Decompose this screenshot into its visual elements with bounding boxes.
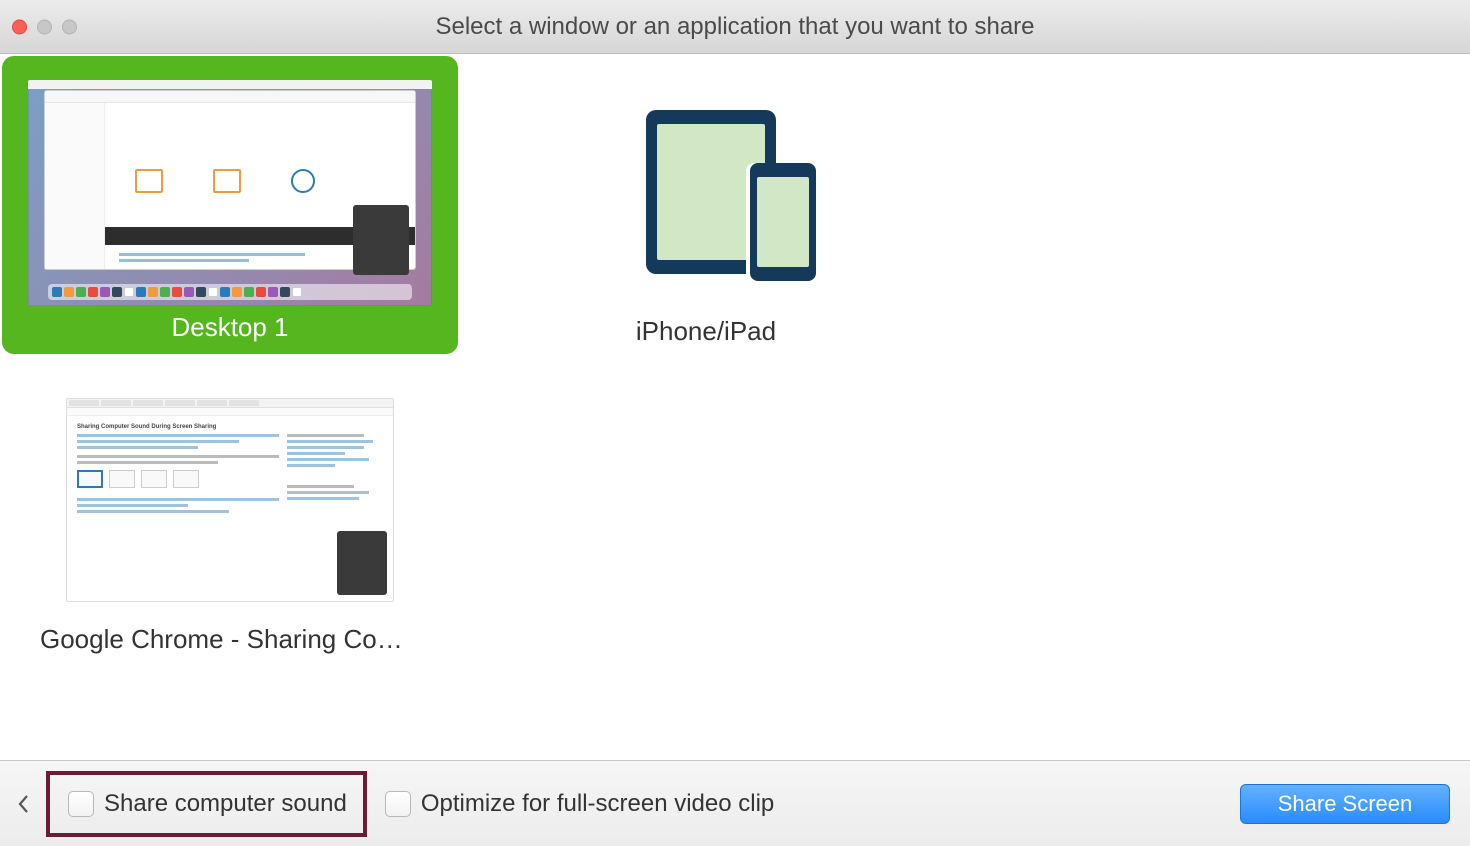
back-button[interactable] <box>0 761 46 846</box>
close-window-button[interactable] <box>12 19 27 34</box>
chrome-window-thumbnail: Sharing Computer Sound During Screen Sha… <box>66 398 394 602</box>
share-option-iphone-ipad[interactable]: iPhone/iPad <box>478 56 934 347</box>
share-computer-sound-checkbox[interactable] <box>68 791 94 817</box>
optimize-fullscreen-label: Optimize for full-screen video clip <box>421 790 774 818</box>
optimize-fullscreen-option: Optimize for full-screen video clip <box>385 790 774 818</box>
titlebar: Select a window or an application that y… <box>0 0 1470 54</box>
share-option-google-chrome[interactable]: Sharing Computer Sound During Screen Sha… <box>66 398 394 602</box>
desktop-thumbnail <box>28 80 432 306</box>
chevron-left-icon <box>17 795 29 813</box>
footer-bar: Share computer sound Optimize for full-s… <box>0 760 1470 846</box>
share-screen-button[interactable]: Share Screen <box>1240 784 1450 824</box>
share-computer-sound-option: Share computer sound <box>46 771 367 837</box>
optimize-fullscreen-checkbox[interactable] <box>385 791 411 817</box>
share-option-desktop-1[interactable]: Desktop 1 <box>2 56 458 354</box>
share-option-label: Google Chrome - Sharing Co… <box>40 624 403 655</box>
maximize-window-button <box>62 19 77 34</box>
share-option-label: iPhone/iPad <box>636 316 776 347</box>
iphone-ipad-icon <box>646 110 826 280</box>
window-title: Select a window or an application that y… <box>0 13 1470 41</box>
share-computer-sound-label: Share computer sound <box>104 790 347 818</box>
share-options-grid: Desktop 1 iPhone/iPad Sharing Comp <box>0 54 1470 760</box>
minimize-window-button <box>37 19 52 34</box>
share-option-label: Desktop 1 <box>171 312 288 343</box>
traffic-lights <box>12 19 77 34</box>
